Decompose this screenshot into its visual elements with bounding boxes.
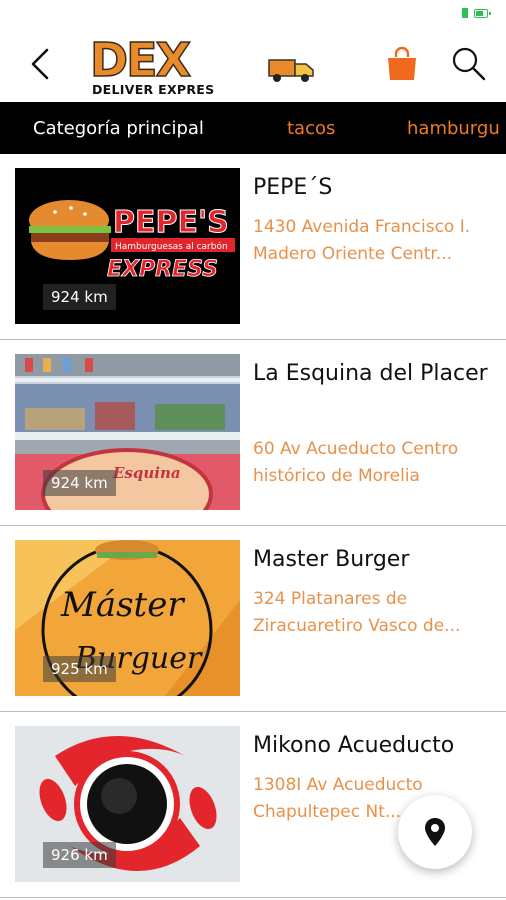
charging-icon [462, 8, 468, 18]
restaurant-address: 1430 Avenida Francisco I. Madero Oriente… [253, 217, 471, 264]
la-esquina-sign-text: Esquina [112, 464, 181, 482]
restaurant-card-master-burger[interactable]: Máster Burguer 925 km Master Burger 324 … [0, 526, 506, 712]
restaurant-name: PEPE´S [253, 175, 333, 200]
distance-badge: 925 km [43, 656, 116, 682]
category-tabs: Categoría principal tacos hamburgu [0, 102, 506, 154]
tab-main-category[interactable]: Categoría principal [33, 118, 204, 140]
restaurant-card-la-esquina[interactable]: Esquina 924 km La Esquina del Placer 60 … [0, 340, 506, 526]
map-location-button[interactable] [398, 795, 472, 869]
chevron-left-icon [31, 48, 49, 80]
restaurant-image: PEPE'S Hamburguesas al carbón EXPRESS 92… [15, 168, 240, 324]
restaurant-name: Master Burger [253, 547, 410, 572]
distance-badge: 924 km [43, 470, 116, 496]
shopping-bag-icon [388, 46, 416, 80]
distance-badge: 924 km [43, 284, 116, 310]
battery-icon [474, 9, 491, 18]
app-logo: DEX DELIVER EXPRES [89, 33, 316, 98]
pepes-logo-text: PEPE'S [113, 205, 229, 240]
tab-hamburguesas[interactable]: hamburgu [407, 118, 500, 140]
logo-subtitle: DELIVER EXPRES [92, 82, 215, 97]
pepes-logo-tagline: Hamburguesas al carbón [115, 241, 228, 252]
restaurant-name: Mikono Acueducto [253, 733, 455, 758]
location-pin-icon [425, 818, 445, 846]
restaurant-address: 60 Av Acueducto Centro histórico de More… [253, 439, 459, 486]
tab-tacos[interactable]: tacos [287, 118, 335, 140]
restaurant-address: 324 Platanares de Ziracuaretiro Vasco de… [253, 589, 461, 636]
pepes-logo-sub: EXPRESS [107, 257, 218, 282]
distance-badge: 926 km [43, 842, 116, 868]
restaurant-image: Máster Burguer 925 km [15, 540, 240, 696]
truck-icon [268, 59, 314, 82]
restaurant-name: La Esquina del Placer [253, 361, 488, 386]
search-icon [452, 47, 486, 81]
logo-text: DEX [89, 33, 192, 87]
restaurant-image: 926 km [15, 726, 240, 882]
app-bar: DEX DELIVER EXPRES [0, 28, 506, 102]
search-button[interactable] [448, 44, 488, 84]
master-burger-logo-text: Máster [60, 585, 185, 625]
restaurant-image: Esquina 924 km [15, 354, 240, 510]
restaurant-card-pepes[interactable]: PEPE'S Hamburguesas al carbón EXPRESS 92… [0, 154, 506, 340]
back-button[interactable] [22, 44, 58, 84]
cart-button[interactable] [382, 44, 422, 84]
status-bar [0, 0, 506, 28]
